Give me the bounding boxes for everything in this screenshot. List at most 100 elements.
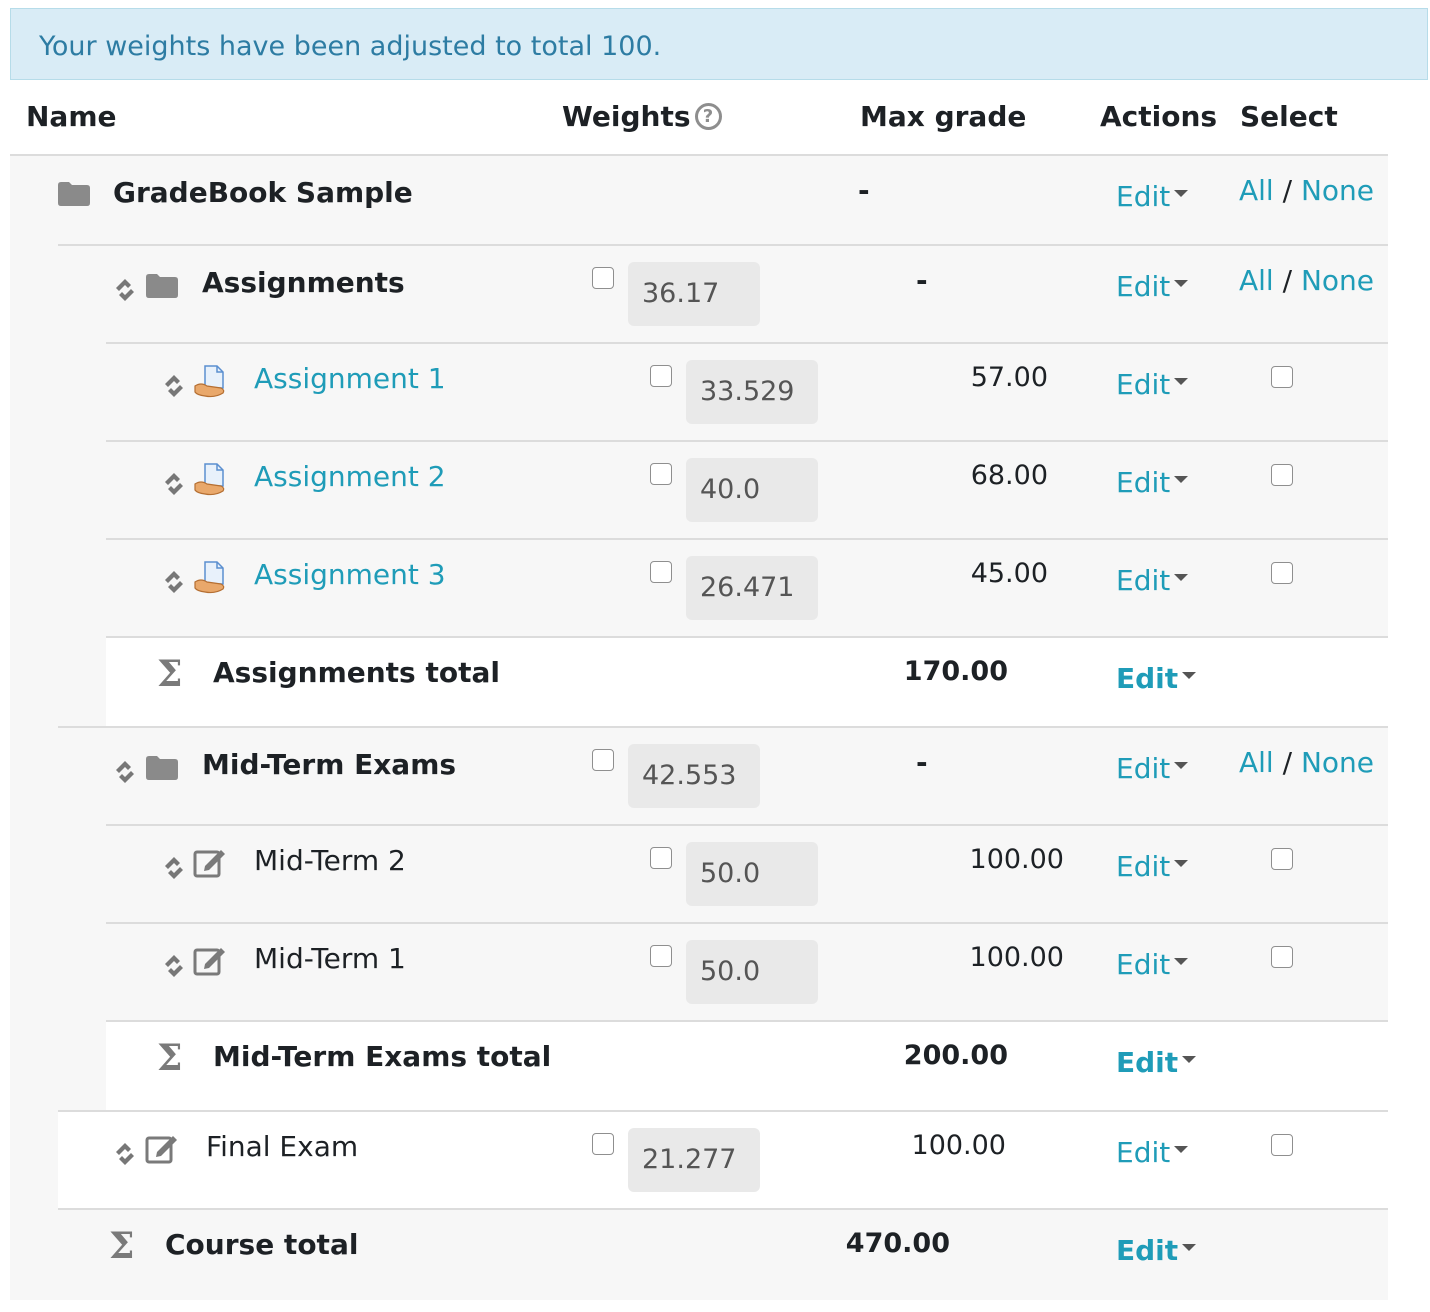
caret-down-icon	[1174, 1146, 1189, 1153]
select-checkbox[interactable]	[1271, 562, 1293, 584]
weight-override-checkbox[interactable]	[650, 365, 672, 387]
select-checkbox[interactable]	[1271, 464, 1293, 486]
edit-menu[interactable]: Edit	[1116, 662, 1197, 695]
edit-menu[interactable]: Edit	[1116, 752, 1189, 785]
weight-input[interactable]: 50.0	[686, 842, 818, 906]
edit-menu[interactable]: Edit	[1116, 1046, 1197, 1079]
header-weights-label: Weights	[562, 100, 691, 133]
edit-label: Edit	[1116, 270, 1171, 303]
category-name: Assignments	[202, 266, 405, 299]
select-checkbox[interactable]	[1271, 1134, 1293, 1156]
row-divider	[58, 244, 1388, 246]
select-checkbox[interactable]	[1271, 848, 1293, 870]
edit-menu[interactable]: Edit	[1116, 1136, 1189, 1169]
alert-message: Your weights have been adjusted to total…	[39, 31, 662, 62]
separator: /	[1282, 264, 1293, 297]
move-icon[interactable]	[113, 1142, 137, 1166]
sigma-icon: Σ	[157, 1037, 183, 1079]
separator: /	[1282, 174, 1293, 207]
edit-menu[interactable]: Edit	[1116, 564, 1189, 597]
edit-menu[interactable]: Edit	[1116, 270, 1189, 303]
edit-label: Edit	[1116, 1046, 1179, 1079]
max-grade: 170.00	[903, 656, 1008, 687]
weights-adjusted-alert: Your weights have been adjusted to total…	[10, 8, 1428, 80]
weight-override-checkbox[interactable]	[592, 267, 614, 289]
edit-menu[interactable]: Edit	[1116, 466, 1189, 499]
move-icon[interactable]	[162, 472, 186, 496]
grade-item-name: Mid-Term 1	[254, 942, 406, 975]
edit-menu[interactable]: Edit	[1116, 948, 1189, 981]
edit-label: Edit	[1116, 180, 1171, 213]
grade-item-link[interactable]: Assignment 2	[254, 460, 446, 493]
edit-label: Edit	[1116, 466, 1171, 499]
weight-input[interactable]: 21.277	[628, 1128, 760, 1192]
weight-override-checkbox[interactable]	[650, 561, 672, 583]
separator: /	[1282, 746, 1293, 779]
row-divider	[106, 440, 1388, 442]
category-name: Mid-Term Exams	[202, 748, 457, 781]
grade-item-link[interactable]: Assignment 3	[254, 558, 446, 591]
max-grade: -	[916, 264, 928, 297]
weight-input[interactable]: 50.0	[686, 940, 818, 1004]
edit-label: Edit	[1116, 752, 1171, 785]
select-all-link[interactable]: All	[1239, 746, 1274, 779]
select-checkbox[interactable]	[1271, 366, 1293, 388]
weight-input[interactable]: 26.471	[686, 556, 818, 620]
caret-down-icon	[1174, 958, 1189, 965]
weight-override-checkbox[interactable]	[650, 463, 672, 485]
edit-item-icon	[193, 850, 225, 878]
weight-override-checkbox[interactable]	[650, 847, 672, 869]
course-total-name: Course total	[165, 1228, 359, 1261]
caret-down-icon	[1182, 1056, 1197, 1063]
weight-override-checkbox[interactable]	[650, 945, 672, 967]
weight-input[interactable]: 33.529	[686, 360, 818, 424]
select-none-link[interactable]: None	[1301, 174, 1374, 207]
header-weights: Weights?	[562, 100, 722, 133]
edit-item-icon	[193, 948, 225, 976]
edit-menu[interactable]: Edit	[1116, 1234, 1197, 1267]
grade-item-link[interactable]: Assignment 1	[254, 362, 446, 395]
move-icon[interactable]	[162, 570, 186, 594]
weight-input[interactable]: 42.553	[628, 744, 760, 808]
move-icon[interactable]	[113, 760, 137, 784]
help-icon[interactable]: ?	[694, 102, 722, 130]
grade-item-name: Mid-Term 2	[254, 844, 406, 877]
weight-override-checkbox[interactable]	[592, 749, 614, 771]
weight-override-checkbox[interactable]	[592, 1133, 614, 1155]
caret-down-icon	[1174, 762, 1189, 769]
select-all-none: All / None	[1239, 174, 1374, 207]
row-divider	[106, 538, 1388, 540]
max-grade: 470.00	[845, 1228, 950, 1259]
header-max-grade: Max grade	[860, 100, 1027, 133]
weight-input[interactable]: 40.0	[686, 458, 818, 522]
max-grade: 68.00	[970, 460, 1048, 491]
caret-down-icon	[1174, 476, 1189, 483]
row-divider	[106, 824, 1388, 826]
row-divider	[106, 1020, 1388, 1022]
select-all-link[interactable]: All	[1239, 174, 1274, 207]
folder-icon	[58, 182, 90, 206]
move-icon[interactable]	[162, 954, 186, 978]
move-icon[interactable]	[162, 374, 186, 398]
edit-menu[interactable]: Edit	[1116, 368, 1189, 401]
weight-input[interactable]: 36.17	[628, 262, 760, 326]
select-none-link[interactable]: None	[1301, 264, 1374, 297]
category-name: GradeBook Sample	[113, 176, 413, 209]
select-none-link[interactable]: None	[1301, 746, 1374, 779]
move-icon[interactable]	[113, 278, 137, 302]
max-grade: 100.00	[911, 1130, 1006, 1161]
select-checkbox[interactable]	[1271, 946, 1293, 968]
edit-item-icon	[145, 1136, 177, 1164]
caret-down-icon	[1174, 860, 1189, 867]
sigma-icon: Σ	[109, 1225, 135, 1267]
select-all-link[interactable]: All	[1239, 264, 1274, 297]
header-select: Select	[1240, 100, 1338, 133]
caret-down-icon	[1182, 672, 1197, 679]
move-icon[interactable]	[162, 856, 186, 880]
caret-down-icon	[1174, 280, 1189, 287]
assignment-icon	[194, 463, 225, 496]
edit-menu[interactable]: Edit	[1116, 180, 1189, 213]
edit-label: Edit	[1116, 662, 1179, 695]
edit-menu[interactable]: Edit	[1116, 850, 1189, 883]
assignment-icon	[194, 365, 225, 398]
